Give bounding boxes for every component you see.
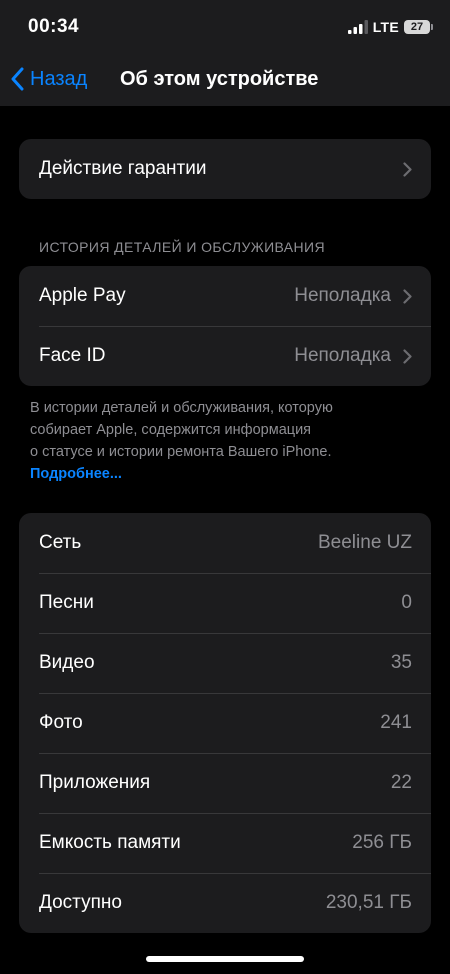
info-row-label: Песни	[39, 592, 94, 613]
nav-bar: Назад Об этом устройстве	[0, 56, 450, 106]
parts-row-label: Face ID	[39, 345, 106, 366]
info-row-videos[interactable]: Видео 35	[19, 633, 431, 693]
chevron-right-icon	[403, 348, 412, 364]
info-row-label: Емкость памяти	[39, 832, 181, 853]
home-indicator[interactable]	[146, 956, 304, 962]
info-row-value: 22	[390, 772, 412, 793]
info-row-photos[interactable]: Фото 241	[19, 693, 431, 753]
device-info-group: Сеть Beeline UZ Песни 0 Видео 35 Фото 24…	[19, 513, 431, 933]
note-line: В истории деталей и обслуживания, котору…	[30, 400, 333, 416]
info-row-apps[interactable]: Приложения 22	[19, 753, 431, 813]
back-label: Назад	[30, 67, 88, 90]
parts-section-header: ИСТОРИЯ ДЕТАЛЕЙ И ОБСЛУЖИВАНИЯ	[39, 239, 326, 255]
warranty-label: Действие гарантии	[39, 158, 207, 179]
parts-row-face-id[interactable]: Face ID Неполадка	[19, 326, 431, 386]
back-button[interactable]: Назад	[10, 64, 87, 94]
info-row-label: Видео	[39, 652, 95, 673]
info-row-capacity[interactable]: Емкость памяти 256 ГБ	[19, 813, 431, 873]
info-row-label: Сеть	[39, 532, 82, 553]
status-bar: 00:34 LTE 27	[0, 0, 450, 56]
info-row-songs[interactable]: Песни 0	[19, 573, 431, 633]
page-title: Об этом устройстве	[120, 68, 319, 90]
info-row-available[interactable]: Доступно 230,51 ГБ	[19, 873, 431, 933]
learn-more-link[interactable]: Подробнее...	[30, 463, 410, 485]
chevron-right-icon	[403, 288, 412, 304]
status-time: 00:34	[28, 16, 80, 37]
navigation-header: 00:34 LTE 27 Назад Об этом устройстве	[0, 0, 450, 106]
chevron-left-icon	[11, 67, 24, 91]
cellular-signal-icon	[347, 20, 368, 34]
info-row-value: 0	[401, 592, 412, 613]
parts-row-apple-pay[interactable]: Apple Pay Неполадка	[19, 266, 431, 326]
battery-icon: 27	[404, 20, 433, 34]
info-row-value: 256 ГБ	[352, 832, 412, 853]
parts-row-status: Неполадка	[294, 285, 391, 306]
parts-history-group: Apple Pay Неполадка Face ID Неполадка	[19, 266, 431, 386]
network-type: LTE	[372, 19, 399, 35]
info-row-network[interactable]: Сеть Beeline UZ	[19, 513, 431, 573]
info-row-value: Beeline UZ	[318, 532, 412, 553]
note-line: о статусе и истории ремонта Вашего iPhon…	[30, 444, 332, 460]
parts-history-note: В истории деталей и обслуживания, котору…	[30, 397, 410, 485]
info-row-label: Приложения	[39, 772, 151, 793]
warranty-group: Действие гарантии	[19, 139, 431, 199]
parts-row-status: Неполадка	[294, 345, 391, 366]
info-row-value: 241	[380, 712, 412, 733]
info-row-label: Доступно	[39, 892, 122, 913]
note-line: собирает Apple, содержится информация	[30, 422, 312, 438]
status-indicators: LTE 27	[347, 19, 433, 35]
warranty-row[interactable]: Действие гарантии	[19, 139, 431, 199]
info-row-label: Фото	[39, 712, 83, 733]
chevron-right-icon	[403, 161, 412, 177]
info-row-value: 230,51 ГБ	[325, 892, 412, 913]
parts-row-label: Apple Pay	[39, 285, 126, 306]
info-row-value: 35	[390, 652, 412, 673]
